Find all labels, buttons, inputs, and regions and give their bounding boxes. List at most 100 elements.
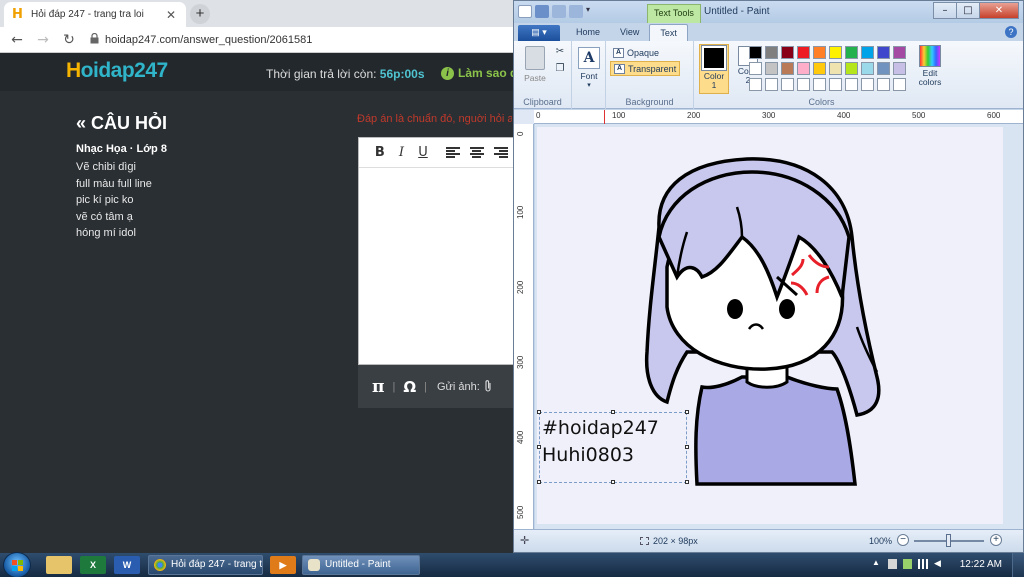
paste-button[interactable]: Paste (520, 46, 550, 83)
site-logo[interactable]: Hoidap247 (66, 59, 168, 83)
palette-color-swatch[interactable] (749, 78, 762, 91)
tab-text[interactable]: Text (649, 24, 688, 41)
network-icon[interactable] (918, 559, 928, 569)
paint-status-bar: ✛ 202 × 98px 100% − + (514, 529, 1023, 552)
back-arrow-icon[interactable]: ← (6, 32, 28, 48)
zoom-out-button[interactable]: − (897, 534, 909, 546)
palette-color-swatch[interactable] (749, 46, 762, 59)
palette-color-swatch[interactable] (845, 62, 858, 75)
warning-text: Đáp án là chuẩn đó, nguời hỏi a (357, 113, 512, 125)
color1-button[interactable]: Color 1 (699, 44, 729, 94)
copy-icon[interactable]: ❐ (554, 63, 566, 75)
bold-button[interactable]: B (369, 145, 391, 160)
close-button[interactable]: ✕ (979, 2, 1019, 19)
palette-color-swatch[interactable] (829, 78, 842, 91)
taskbar-item-paint[interactable]: Untitled - Paint (302, 555, 420, 575)
paint-window: ▾ Text Tools Untitled - Paint – □ ✕ ▤ ▾ … (513, 0, 1024, 553)
excel-icon[interactable]: X (80, 556, 106, 574)
close-icon[interactable]: ✕ (164, 8, 178, 22)
palette-color-swatch[interactable] (797, 62, 810, 75)
palette-color-swatch[interactable] (893, 78, 906, 91)
volume-icon[interactable]: ◀ (934, 558, 944, 570)
transparent-option[interactable]: A Transparent (610, 61, 681, 76)
tab-title: Hỏi đáp 247 - trang tra loi (31, 9, 144, 20)
lock-icon[interactable] (90, 32, 99, 47)
palette-color-swatch[interactable] (781, 78, 794, 91)
palette-color-swatch[interactable] (829, 62, 842, 75)
show-desktop-button[interactable] (1012, 553, 1024, 577)
media-player-icon[interactable]: ▶ (270, 556, 296, 574)
align-center-icon[interactable] (469, 147, 484, 158)
palette-color-swatch[interactable] (813, 78, 826, 91)
palette-color-swatch[interactable] (893, 46, 906, 59)
palette-color-swatch[interactable] (765, 78, 778, 91)
reload-icon[interactable]: ↻ (58, 32, 80, 48)
drawing-canvas[interactable]: #hoidap247 Huhi0803 (537, 127, 1003, 524)
palette-color-swatch[interactable] (781, 46, 794, 59)
group-label: Colors (808, 97, 835, 107)
save-icon[interactable] (535, 5, 549, 18)
edit-colors-button[interactable]: Edit colors (912, 45, 948, 87)
symbol-omega-button[interactable]: Ω (403, 378, 416, 396)
align-right-icon[interactable] (493, 147, 508, 158)
taskbar-item-chrome[interactable]: Hỏi đáp 247 - trang t... (148, 555, 263, 575)
paperclip-icon[interactable] (484, 379, 492, 395)
math-pi-button[interactable]: π (372, 377, 384, 397)
opaque-option[interactable]: A Opaque (610, 45, 662, 60)
customize-toolbar-icon[interactable]: ▾ (586, 5, 594, 18)
palette-color-swatch[interactable] (845, 78, 858, 91)
paint-file-menu-button[interactable]: ▤ ▾ (518, 25, 560, 41)
palette-color-swatch[interactable] (781, 62, 794, 75)
redo-icon[interactable] (569, 5, 583, 18)
answer-editor[interactable]: B I U (358, 137, 514, 365)
howto-link[interactable]: i Làm sao đ (441, 66, 517, 80)
palette-color-swatch[interactable] (765, 46, 778, 59)
paint-app-icon[interactable] (518, 5, 532, 18)
start-button[interactable] (3, 552, 31, 577)
underline-button[interactable]: U (412, 145, 434, 160)
zoom-in-button[interactable]: + (990, 534, 1002, 546)
palette-color-swatch[interactable] (845, 46, 858, 59)
cut-icon[interactable]: ✂ (554, 46, 566, 58)
align-left-icon[interactable] (445, 147, 460, 158)
flag-icon[interactable] (888, 559, 897, 569)
help-icon[interactable]: ? (1005, 26, 1017, 38)
question-body: Vẽ chibi dìgi full màu full line pic kí … (76, 159, 152, 242)
undo-icon[interactable] (552, 5, 566, 18)
palette-color-swatch[interactable] (797, 78, 810, 91)
clipboard-group: Paste ✂ ❐ Clipboard (514, 41, 572, 109)
palette-color-swatch[interactable] (861, 62, 874, 75)
palette-color-swatch[interactable] (765, 62, 778, 75)
palette-color-swatch[interactable] (829, 46, 842, 59)
tab-view[interactable]: View (610, 24, 649, 41)
palette-color-swatch[interactable] (877, 46, 890, 59)
text-selection-box[interactable]: #hoidap247 Huhi0803 (537, 410, 689, 484)
palette-color-swatch[interactable] (749, 62, 762, 75)
palette-color-swatch[interactable] (893, 62, 906, 75)
palette-color-swatch[interactable] (861, 46, 874, 59)
italic-button[interactable]: I (391, 145, 413, 160)
tab-home[interactable]: Home (566, 24, 610, 41)
address-bar[interactable]: hoidap247.com/answer_question/2061581 (105, 34, 312, 46)
paint-titlebar[interactable]: ▾ Text Tools Untitled - Paint – □ ✕ (514, 1, 1023, 23)
palette-color-swatch[interactable] (813, 46, 826, 59)
new-tab-button[interactable]: + (190, 4, 210, 24)
minimize-button[interactable]: – (933, 2, 957, 19)
palette-color-swatch[interactable] (813, 62, 826, 75)
clock[interactable]: 12:22 AM (960, 559, 1002, 570)
forward-arrow-icon[interactable]: → (32, 32, 54, 48)
palette-color-swatch[interactable] (861, 78, 874, 91)
text-tools-context-tab: Text Tools (647, 4, 701, 23)
maximize-button[interactable]: □ (956, 2, 980, 19)
palette-color-swatch[interactable] (877, 78, 890, 91)
battery-icon[interactable] (903, 559, 912, 569)
zoom-slider-thumb[interactable] (946, 534, 951, 547)
show-hidden-icons-icon[interactable]: ▲ (872, 558, 882, 570)
browser-tab[interactable]: H Hỏi đáp 247 - trang tra loi ✕ (4, 2, 186, 27)
explorer-icon[interactable] (46, 556, 72, 574)
editor-toolbar: B I U (359, 138, 513, 168)
palette-color-swatch[interactable] (877, 62, 890, 75)
palette-color-swatch[interactable] (797, 46, 810, 59)
word-icon[interactable]: W (114, 556, 140, 574)
font-button[interactable]: A Font ▾ (577, 47, 601, 89)
